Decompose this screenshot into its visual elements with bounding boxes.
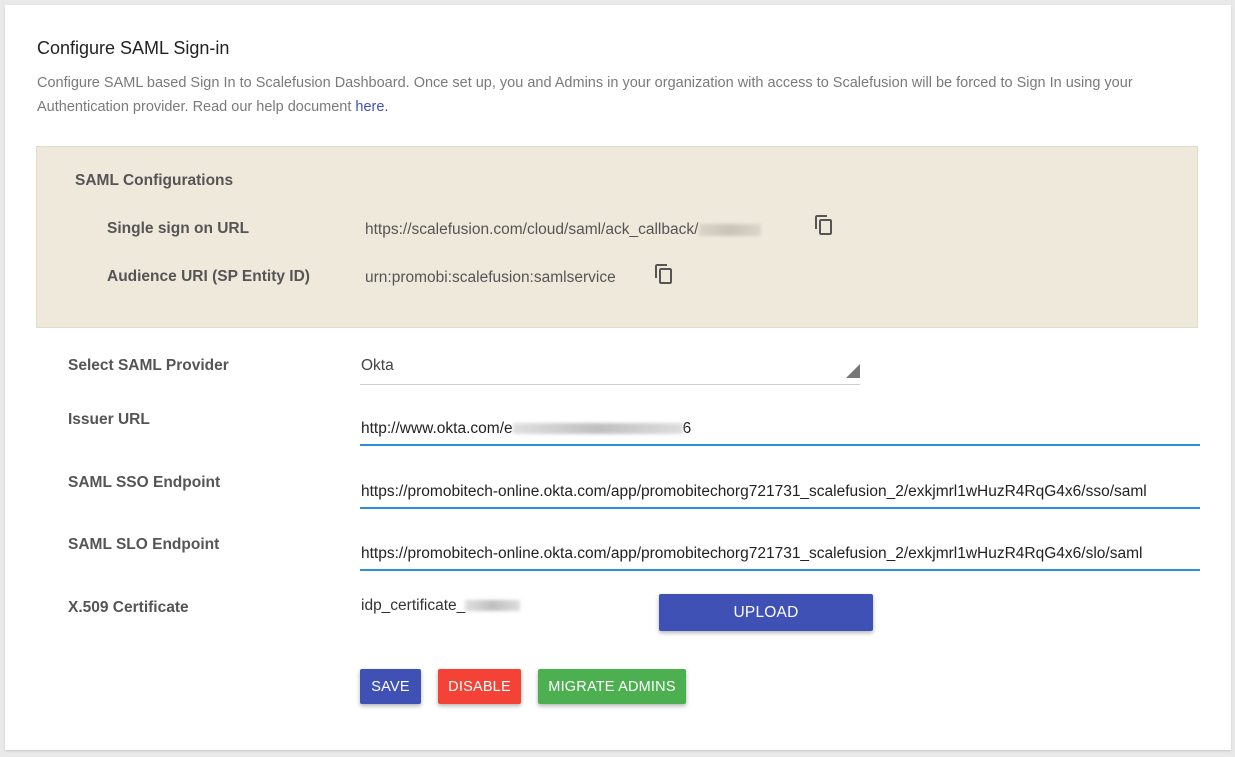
save-button[interactable]: SAVE (360, 669, 421, 704)
saml-configurations-heading: SAML Configurations (75, 172, 234, 189)
copy-icon[interactable] (814, 214, 834, 236)
help-link[interactable]: here. (355, 99, 388, 115)
issuer-url-label: Issuer URL (68, 411, 150, 428)
triangle-dropdown-icon (846, 364, 860, 378)
copy-icon[interactable] (654, 263, 674, 285)
sso-endpoint-text: https://promobitech-online.okta.com/app/… (361, 483, 1147, 500)
saml-config-card: Configure SAML Sign-in Configure SAML ba… (5, 5, 1231, 750)
redacted-id (465, 600, 521, 612)
slo-endpoint-input[interactable]: https://promobitech-online.okta.com/app/… (360, 539, 1200, 571)
redacted-id (512, 423, 683, 435)
sso-url-value: https://scalefusion.com/cloud/saml/ack_c… (365, 221, 762, 239)
disable-button[interactable]: DISABLE (438, 669, 521, 704)
saml-provider-select[interactable]: Okta (360, 351, 860, 385)
issuer-url-tail: 6 (682, 420, 692, 437)
slo-endpoint-label: SAML SLO Endpoint (68, 536, 220, 553)
migrate-admins-button[interactable]: MIGRATE ADMINS (538, 669, 686, 704)
sso-url-text: https://scalefusion.com/cloud/saml/ack_c… (365, 221, 699, 238)
slo-endpoint-text: https://promobitech-online.okta.com/app/… (361, 545, 1143, 562)
upload-button[interactable]: UPLOAD (659, 594, 873, 631)
redacted-id (699, 223, 762, 236)
page-description: Configure SAML based Sign In to Scalefus… (37, 71, 1187, 119)
sso-endpoint-label: SAML SSO Endpoint (68, 474, 221, 491)
audience-uri-value: urn:promobi:scalefusion:samlservice (365, 269, 616, 286)
certificate-filename-text: idp_certificate_ (361, 597, 466, 614)
issuer-url-input[interactable]: http://www.okta.com/e 6 (360, 414, 1200, 446)
saml-provider-label: Select SAML Provider (68, 357, 229, 374)
certificate-filename: idp_certificate_ (361, 597, 521, 615)
sso-url-label: Single sign on URL (107, 220, 250, 237)
certificate-label: X.509 Certificate (68, 599, 189, 616)
saml-provider-value: Okta (361, 357, 394, 374)
description-text: Configure SAML based Sign In to Scalefus… (37, 75, 1133, 115)
audience-uri-label: Audience URI (SP Entity ID) (107, 268, 310, 285)
sso-endpoint-input[interactable]: https://promobitech-online.okta.com/app/… (360, 477, 1200, 509)
issuer-url-text: http://www.okta.com/e (361, 420, 513, 437)
page-title: Configure SAML Sign-in (37, 38, 230, 58)
saml-configurations-panel: SAML Configurations Single sign on URL h… (36, 146, 1198, 328)
